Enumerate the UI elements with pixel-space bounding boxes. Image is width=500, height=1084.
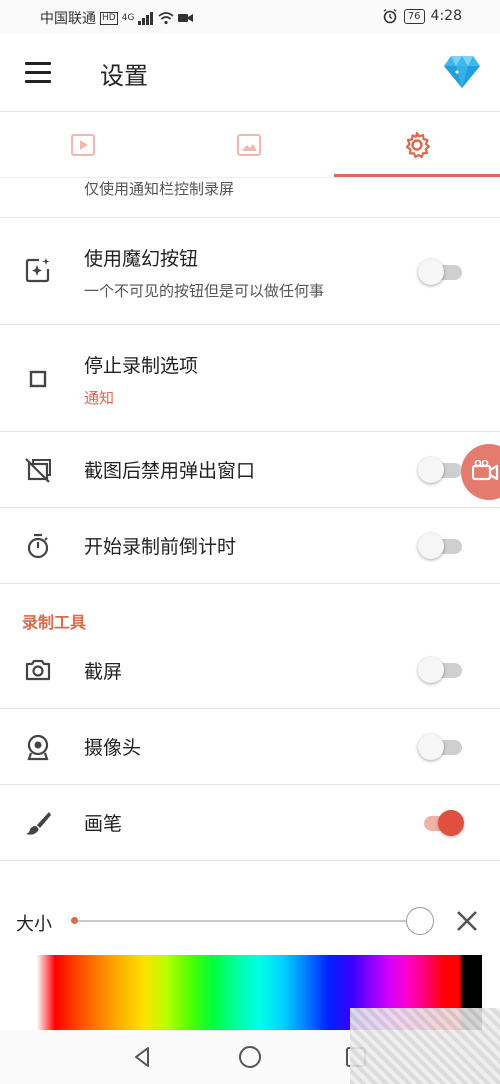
clock: 4:28 xyxy=(430,8,462,24)
gear-icon xyxy=(405,131,431,159)
countdown-title: 开始录制前倒计时 xyxy=(84,536,237,558)
magic-button-title: 使用魔幻按钮 xyxy=(84,248,199,270)
status-bar: 中国联通 HD 4G 76 4:28 xyxy=(0,0,500,34)
brush-row[interactable]: 画笔 xyxy=(0,785,500,861)
brush-size-slider-min-dot xyxy=(71,917,78,924)
brush-size-slider-track[interactable] xyxy=(74,920,420,922)
hamburger-menu-icon[interactable] xyxy=(25,62,51,84)
battery-indicator: 76 xyxy=(403,8,425,24)
tab-videos[interactable] xyxy=(0,112,166,178)
section-header-recording-tools: 录制工具 xyxy=(22,613,87,632)
image-icon xyxy=(237,134,261,156)
brush-size-label: 大小 xyxy=(16,914,52,935)
signal-icon xyxy=(138,12,154,25)
tab-images[interactable] xyxy=(166,112,332,178)
stop-options-title: 停止录制选项 xyxy=(84,355,199,377)
back-triangle-icon[interactable] xyxy=(130,1044,156,1070)
screenshot-toggle[interactable] xyxy=(418,657,464,683)
camera-title: 摄像头 xyxy=(84,737,142,759)
tab-active-indicator xyxy=(334,174,500,177)
stop-options-row[interactable]: 停止录制选项 通知 xyxy=(0,325,500,432)
settings-list[interactable]: 仅使用通知栏控制录屏 使用魔幻按钮 一个不可见的按钮但是可以做任何事 停止录制选… xyxy=(0,178,500,1030)
tab-bar xyxy=(0,112,500,178)
countdown-toggle[interactable] xyxy=(418,533,464,559)
disable-popup-row[interactable]: 截图后禁用弹出窗口 xyxy=(0,432,500,508)
magic-button-row[interactable]: 使用魔幻按钮 一个不可见的按钮但是可以做任何事 xyxy=(0,218,500,325)
webcam-icon xyxy=(27,734,49,761)
brush-size-slider-thumb[interactable] xyxy=(406,907,434,935)
magic-button-toggle[interactable] xyxy=(418,259,464,285)
brush-toggle[interactable] xyxy=(418,810,464,836)
magic-sparkle-icon xyxy=(25,258,50,283)
page-title: 设置 xyxy=(100,62,148,90)
list-item-partial[interactable]: 仅使用通知栏控制录屏 xyxy=(0,178,500,218)
diamond-premium-icon[interactable] xyxy=(443,54,481,90)
stop-options-value: 通知 xyxy=(84,389,115,407)
disable-popup-title: 截图后禁用弹出窗口 xyxy=(84,460,256,482)
brush-icon xyxy=(26,812,51,835)
carrier-label: 中国联通 xyxy=(40,11,96,27)
hd-badge-icon: HD xyxy=(100,11,118,25)
alarm-icon xyxy=(383,8,397,24)
status-bar-right: 76 4:28 xyxy=(382,8,462,24)
stop-square-icon xyxy=(29,370,47,388)
close-icon[interactable] xyxy=(454,908,480,934)
screenshot-row[interactable]: 截屏 xyxy=(0,632,500,709)
tab-settings[interactable] xyxy=(334,112,500,178)
home-circle-icon[interactable] xyxy=(237,1044,263,1070)
video-play-icon xyxy=(71,134,95,156)
camera-row[interactable]: 摄像头 xyxy=(0,709,500,785)
disable-popup-toggle[interactable] xyxy=(418,457,464,483)
camera-icon xyxy=(25,659,51,681)
magic-button-subtitle: 一个不可见的按钮但是可以做任何事 xyxy=(84,282,325,300)
watermark-blur xyxy=(350,1008,500,1084)
wifi-icon xyxy=(158,12,174,25)
screenshot-off-icon xyxy=(25,458,51,483)
video-camera-icon xyxy=(472,460,499,481)
app-bar: 设置 xyxy=(0,34,500,112)
camera-toggle[interactable] xyxy=(418,734,464,760)
partial-row-subtitle: 仅使用通知栏控制录屏 xyxy=(84,180,235,198)
network-label: 4G xyxy=(121,13,135,23)
brush-title: 画笔 xyxy=(84,813,123,835)
status-bar-left: 中国联通 HD 4G xyxy=(40,8,194,28)
stopwatch-icon xyxy=(27,533,49,559)
countdown-row[interactable]: 开始录制前倒计时 xyxy=(0,508,500,584)
screenshot-title: 截屏 xyxy=(84,661,123,683)
video-record-status-icon xyxy=(178,14,194,22)
